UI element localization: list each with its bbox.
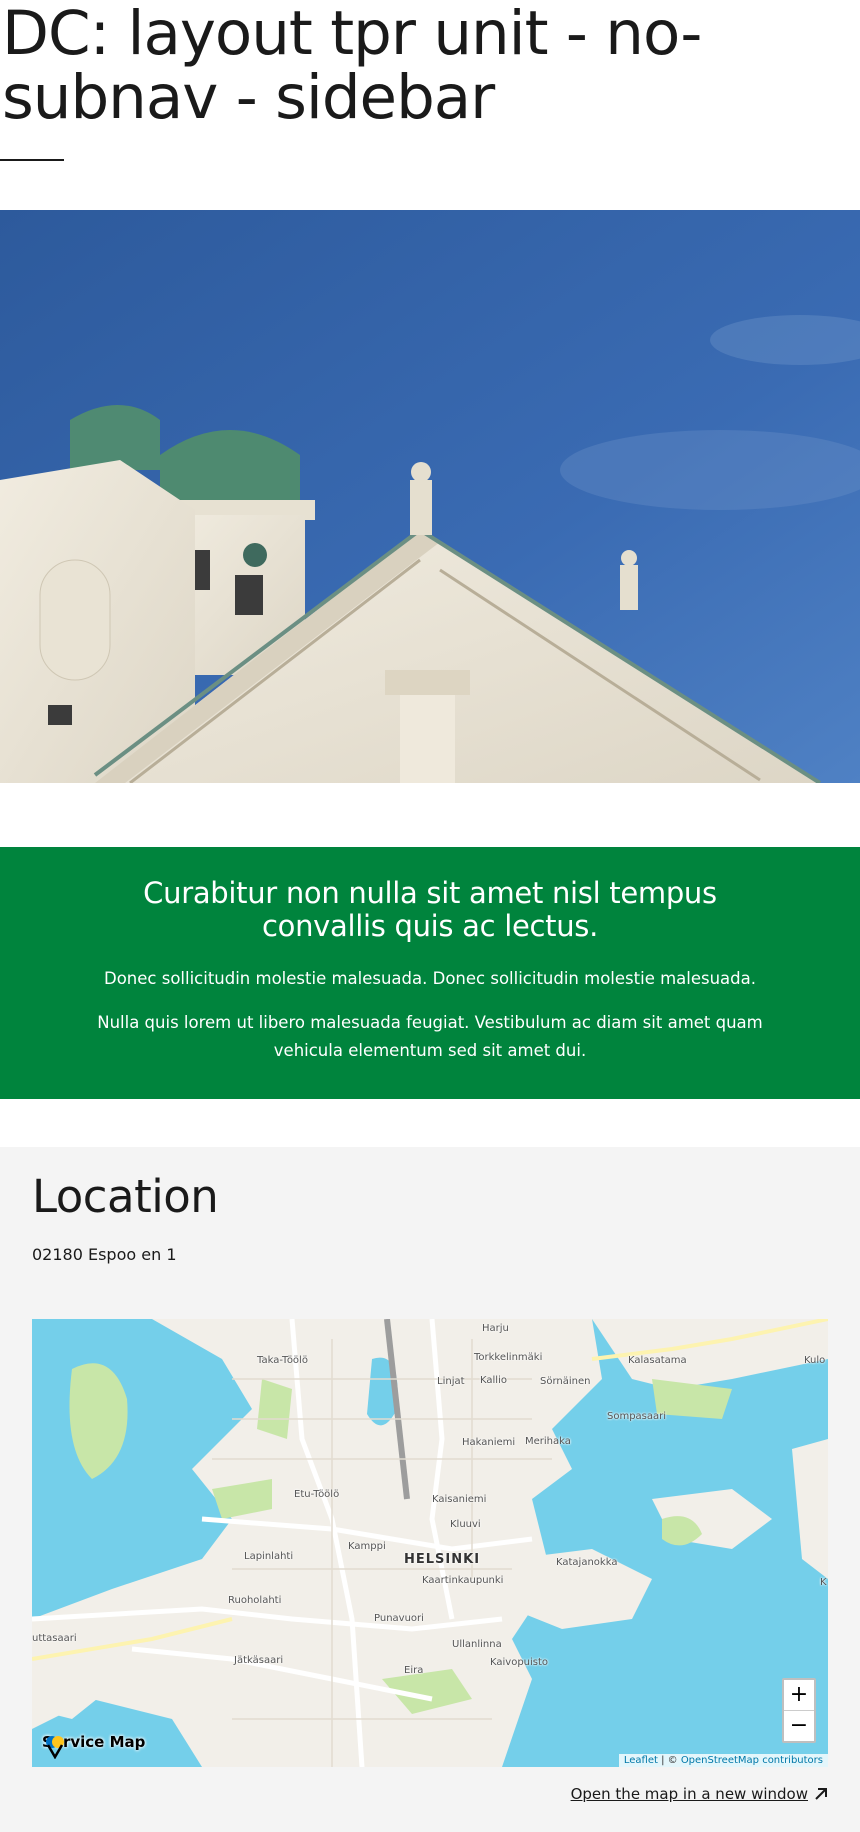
highlight-banner: Curabitur non nulla sit amet nisl tempus… xyxy=(0,847,860,1099)
map-label: Hakaniemi xyxy=(462,1437,516,1448)
map-label: Taka-Töölö xyxy=(257,1355,308,1366)
leaflet-link[interactable]: Leaflet xyxy=(624,1755,658,1766)
map-label: Jätkäsaari xyxy=(234,1655,284,1666)
map-label: Ullanlinna xyxy=(452,1639,502,1650)
banner-paragraph: Donec sollicitudin molestie malesuada. D… xyxy=(104,969,756,988)
attribution-separator: | © xyxy=(657,1755,681,1766)
map-label: Kalasatama xyxy=(628,1355,687,1366)
service-map-logo[interactable]: Service Map xyxy=(42,1733,145,1759)
page: DC: layout tpr unit - no-subnav - sideba… xyxy=(0,0,860,1832)
map-label: Sompasaari xyxy=(607,1411,667,1422)
page-title: DC: layout tpr unit - no-subnav - sideba… xyxy=(2,0,702,133)
banner-title: Curabitur non nulla sit amet nisl tempus… xyxy=(143,876,717,943)
service-map[interactable]: Harju Taka-Töölö Torkkelinmäki Kalasatam… xyxy=(32,1319,828,1767)
map-label: Eira xyxy=(404,1665,424,1676)
location-heading: Location xyxy=(32,1170,219,1223)
map-label: Kulo xyxy=(804,1355,826,1366)
map-label: Kamppi xyxy=(348,1541,386,1552)
hero-image xyxy=(0,210,860,783)
map-label: Punavuori xyxy=(374,1613,424,1624)
banner-paragraph: Nulla quis lorem ut libero malesuada feu… xyxy=(97,1013,763,1060)
map-label-city: HELSINKI xyxy=(404,1552,481,1567)
map-label: Sörnäinen xyxy=(540,1376,591,1387)
map-label: uttasaari xyxy=(32,1633,77,1644)
external-link-icon xyxy=(815,1788,827,1800)
map-label: K xyxy=(820,1577,827,1588)
service-map-pin-icon xyxy=(46,1736,64,1759)
map-label: Harju xyxy=(482,1323,509,1334)
map-label: Merihaka xyxy=(525,1436,571,1447)
map-tiles[interactable] xyxy=(32,1319,828,1767)
map-label: Torkkelinmäki xyxy=(474,1352,543,1363)
osm-link[interactable]: OpenStreetMap contributors xyxy=(681,1755,823,1766)
location-address: 02180 Espoo en 1 xyxy=(32,1245,177,1264)
zoom-out-button[interactable]: − xyxy=(784,1710,814,1741)
map-label: Kaivopuisto xyxy=(490,1657,549,1668)
map-label: Ruoholahti xyxy=(228,1595,282,1606)
map-label: Lapinlahti xyxy=(244,1551,294,1562)
map-attribution: Leaflet | © OpenStreetMap contributors xyxy=(618,1754,828,1767)
zoom-control: + − xyxy=(782,1678,816,1743)
map-label: Kluuvi xyxy=(450,1519,481,1530)
title-underline xyxy=(0,159,64,161)
map-label: Linjat xyxy=(437,1376,465,1387)
open-map-link[interactable]: Open the map in a new window xyxy=(571,1785,808,1803)
map-label: Kallio xyxy=(480,1375,507,1386)
zoom-in-button[interactable]: + xyxy=(784,1680,814,1710)
map-label: Katajanokka xyxy=(556,1557,618,1568)
open-map-link-wrapper: Open the map in a new window xyxy=(571,1785,828,1803)
location-section: Location 02180 Espoo en 1 Harju Taka-Töö… xyxy=(0,1147,860,1832)
map-label: Kaisaniemi xyxy=(432,1494,487,1505)
map-label: Kaartinkaupunki xyxy=(422,1575,504,1586)
map-label: Etu-Töölö xyxy=(294,1489,340,1500)
